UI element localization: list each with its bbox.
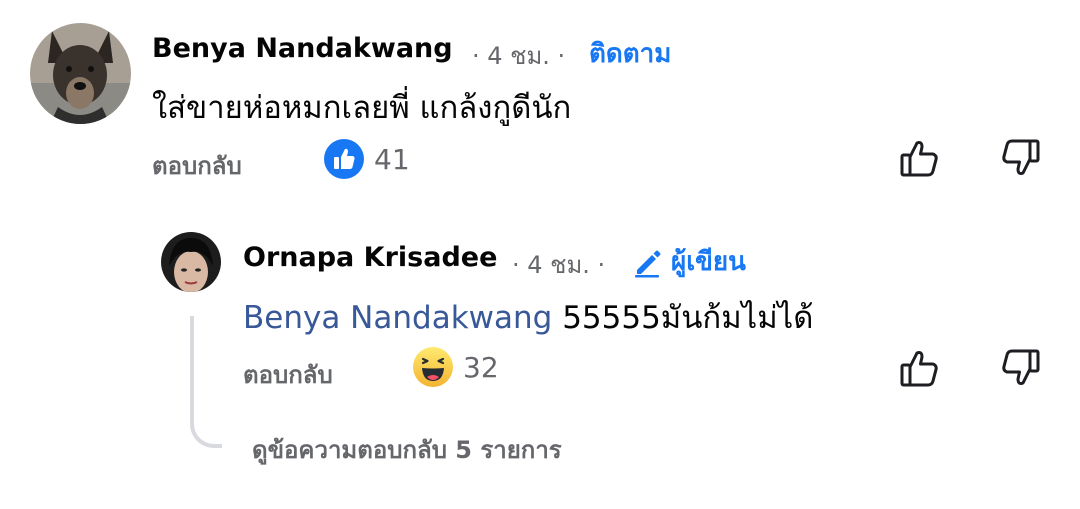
comment-author-name[interactable]: Benya Nandakwang (152, 33, 453, 64)
avatar-benya[interactable] (30, 23, 131, 124)
avatar-ornapa[interactable] (161, 232, 221, 292)
reply-thread-line (190, 316, 222, 448)
author-badge[interactable]: ผู้เขียน (631, 241, 746, 282)
dog-avatar-image (30, 23, 131, 124)
reaction-summary[interactable]: 41 (324, 139, 410, 179)
pencil-icon (635, 250, 661, 277)
view-more-replies-link[interactable]: ดูข้อความตอบกลับ 5 รายการ (252, 430, 562, 469)
person-avatar-image (161, 232, 221, 292)
author-badge-label: ผู้เขียน (671, 247, 746, 277)
upvote-button[interactable] (898, 136, 942, 180)
reply-button[interactable]: ตอบกลับ (243, 355, 333, 394)
reply-text-content: 55555มันก้มไม่ได้ (562, 300, 814, 336)
comment-text: ใส่ขายห่อหมกเลยพี่ แกล้งกูดีนัก (152, 90, 572, 126)
follow-button[interactable]: ติดตาม (589, 33, 671, 74)
reaction-count: 32 (463, 350, 499, 384)
thumbs-up-icon (900, 141, 938, 177)
downvote-button[interactable] (998, 346, 1042, 390)
comment-timestamp[interactable]: · 4 ชม. · (472, 36, 565, 75)
thumbs-down-icon (1002, 349, 1040, 385)
haha-icon (413, 347, 453, 387)
reply-text: Benya Nandakwang 55555มันก้มไม่ได้ (243, 292, 813, 342)
reaction-summary[interactable]: 32 (413, 347, 499, 387)
reply-author-name[interactable]: Ornapa Krisadee (243, 242, 497, 273)
downvote-button[interactable] (998, 136, 1042, 180)
thumbs-up-icon (900, 351, 938, 387)
thumbs-down-icon (1002, 139, 1040, 175)
reply-button[interactable]: ตอบกลับ (152, 146, 242, 185)
upvote-button[interactable] (898, 346, 942, 390)
mention-link[interactable]: Benya Nandakwang (243, 300, 552, 336)
reply-timestamp[interactable]: · 4 ชม. · (512, 245, 605, 284)
reaction-count: 41 (374, 142, 410, 176)
like-icon (324, 139, 364, 179)
